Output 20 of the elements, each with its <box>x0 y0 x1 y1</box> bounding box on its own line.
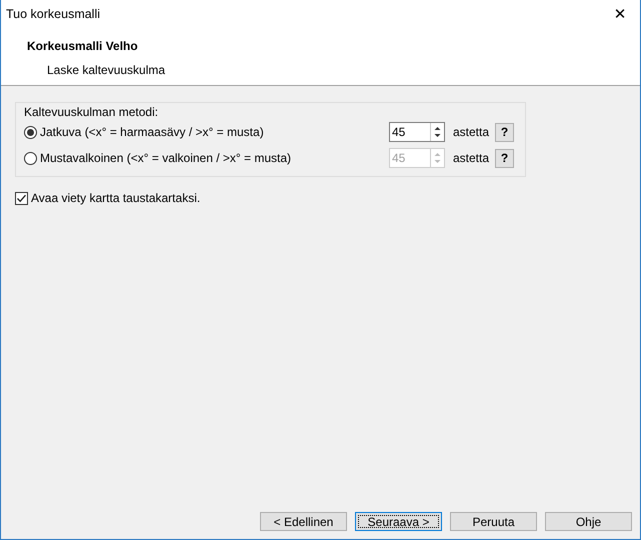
option-label: Jatkuva (<x° = harmaasävy / >x° = musta) <box>40 125 264 139</box>
header-title: Korkeusmalli Velho <box>27 39 139 53</box>
radio-icon[interactable] <box>24 126 37 138</box>
wizard-button[interactable]: Seuraava > <box>355 512 442 531</box>
wizard-button[interactable]: Ohje <box>545 512 632 531</box>
open-map-checkbox[interactable]: Avaa viety kartta taustakartaksi. <box>15 191 626 205</box>
unit-label: astetta <box>453 125 490 139</box>
radio-option[interactable]: Jatkuva (<x° = harmaasävy / >x° = musta) <box>24 125 389 139</box>
angle-spin-field[interactable]: 45 <box>389 122 445 142</box>
option-label: Mustavalkoinen (<x° = valkoinen / >x° = musta) <box>40 151 292 165</box>
unit-label: astetta <box>453 151 490 165</box>
group-legend: Kaltevuuskulman metodi: <box>24 105 525 119</box>
wizard-button[interactable]: Peruuta <box>450 512 537 531</box>
header-subtitle: Laske kaltevuuskulma <box>47 63 166 77</box>
checkbox-icon[interactable] <box>15 192 28 204</box>
help-button[interactable]: ? <box>495 122 514 142</box>
wizard-button[interactable]: < Edellinen <box>260 512 347 531</box>
close-button[interactable]: ✕ <box>606 1 634 27</box>
checkbox-label: Avaa viety kartta taustakartaksi. <box>31 191 200 205</box>
window-title: Tuo korkeusmalli <box>6 7 100 21</box>
